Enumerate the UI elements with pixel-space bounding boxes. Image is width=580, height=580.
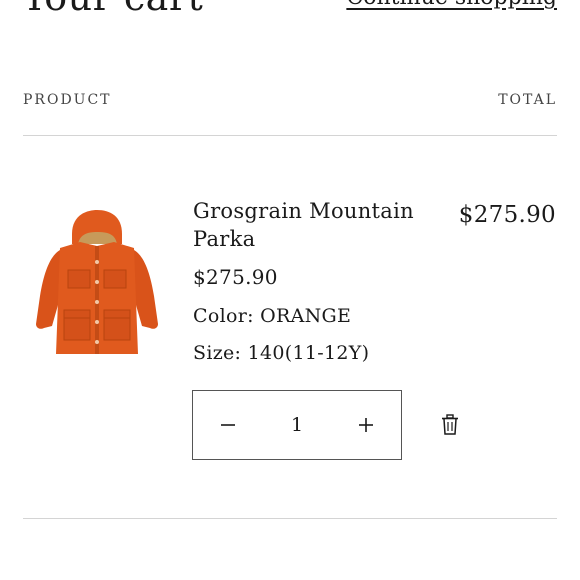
variant-size: Size: 140(11-12Y) xyxy=(193,342,370,364)
divider xyxy=(23,518,557,519)
product-image[interactable] xyxy=(30,206,164,360)
quantity-input[interactable]: 1 xyxy=(267,414,327,436)
increase-quantity-button[interactable] xyxy=(353,412,379,438)
product-name[interactable]: Grosgrain Mountain Parka xyxy=(193,197,433,253)
unit-price: $275.90 xyxy=(193,265,278,289)
plus-icon xyxy=(359,418,373,432)
remove-item-button[interactable] xyxy=(438,412,462,438)
continue-shopping-link[interactable]: Continue shopping xyxy=(346,0,557,9)
trash-icon xyxy=(442,414,458,435)
variant-color: Color: ORANGE xyxy=(193,305,352,327)
column-header-total: TOTAL xyxy=(498,92,557,108)
column-header-product: PRODUCT xyxy=(23,92,112,108)
line-total: $275.90 xyxy=(458,202,556,228)
minus-icon xyxy=(221,424,235,426)
page-title: Your cart xyxy=(22,0,203,16)
quantity-stepper: 1 xyxy=(192,390,402,460)
decrease-quantity-button[interactable] xyxy=(215,412,241,438)
divider xyxy=(23,135,557,136)
orange-parka-image xyxy=(36,210,158,354)
